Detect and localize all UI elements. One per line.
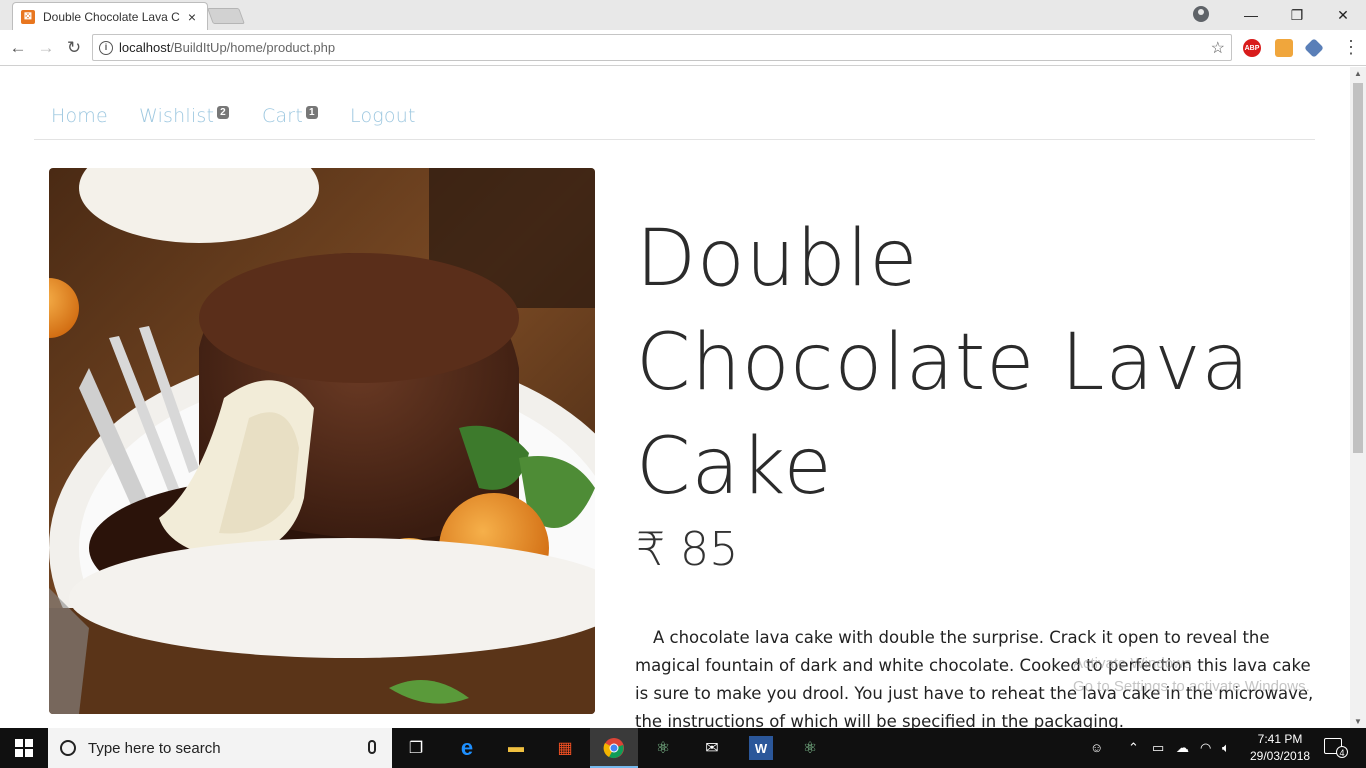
- tab-title: Double Chocolate Lava C: [43, 9, 180, 24]
- address-bar[interactable]: i localhost/BuildItUp/home/product.php ☆: [92, 34, 1232, 61]
- nav-home-link[interactable]: Home: [51, 105, 108, 127]
- info-icon[interactable]: i: [99, 40, 113, 55]
- browser-tab[interactable]: ⊠ Double Chocolate Lava C ×: [12, 2, 208, 30]
- product-title: Double Chocolate Lava Cake: [636, 214, 1251, 512]
- notification-count-badge: 4: [1336, 746, 1348, 758]
- scroll-up-arrow-icon[interactable]: ▲: [1354, 69, 1362, 78]
- xampp-favicon-icon: ⊠: [21, 9, 35, 24]
- nav-wishlist-link[interactable]: Wishlist 2: [139, 105, 229, 127]
- page-scrollbar[interactable]: ▲ ▼: [1350, 67, 1366, 728]
- windows-taskbar: Type here to search ❐ e ▬ ▦ ⚛ ✉ W ⚛ ☺ ⌃ …: [0, 728, 1366, 768]
- people-icon[interactable]: ☺: [1090, 740, 1103, 755]
- nav-home-label: Home: [51, 105, 108, 127]
- battery-icon[interactable]: ▭: [1152, 740, 1164, 756]
- nav-cart-label: Cart: [262, 105, 303, 127]
- extension-icon[interactable]: [1275, 39, 1293, 57]
- taskbar-search-box[interactable]: Type here to search: [48, 728, 392, 768]
- mail-icon[interactable]: ✉: [700, 736, 724, 760]
- microphone-icon[interactable]: [368, 740, 376, 754]
- file-explorer-icon[interactable]: ▬: [504, 736, 528, 760]
- atom-app-icon-2[interactable]: ⚛: [798, 736, 822, 760]
- browser-toolbar: ← → ↻ i localhost/BuildItUp/home/product…: [0, 30, 1366, 66]
- task-view-icon[interactable]: ❐: [404, 736, 428, 760]
- taskbar-search-placeholder: Type here to search: [88, 739, 221, 757]
- onedrive-cloud-icon[interactable]: ☁: [1176, 740, 1189, 756]
- taskbar-clock[interactable]: 7:41 PM 29/03/2018: [1250, 731, 1310, 765]
- wifi-icon[interactable]: ◠: [1200, 740, 1211, 756]
- wishlist-count-badge: 2: [217, 106, 229, 119]
- browser-tab-bar: ⊠ Double Chocolate Lava C × — ❐ ✕: [0, 0, 1366, 30]
- edge-browser-icon[interactable]: e: [455, 735, 479, 760]
- url-host: localhost: [119, 40, 171, 55]
- nav-logout-label: Logout: [350, 105, 416, 127]
- nav-cart-link[interactable]: Cart 1: [262, 105, 318, 127]
- scroll-thumb[interactable]: [1353, 83, 1363, 453]
- browser-menu-icon[interactable]: ⋮: [1342, 38, 1360, 56]
- cart-count-badge: 1: [305, 106, 318, 119]
- new-tab-button[interactable]: [207, 8, 245, 24]
- scroll-down-arrow-icon[interactable]: ▼: [1354, 717, 1362, 726]
- product-image: [49, 168, 595, 714]
- watermark-line1: Activate Windows: [1073, 655, 1192, 672]
- minimize-button[interactable]: —: [1228, 0, 1274, 30]
- start-button[interactable]: [0, 728, 48, 768]
- word-icon[interactable]: W: [749, 736, 773, 760]
- nav-logout-link[interactable]: Logout: [350, 105, 416, 127]
- site-navbar: Home Wishlist 2 Cart 1 Logout: [34, 67, 1315, 140]
- chrome-icon[interactable]: [602, 736, 626, 760]
- product-price: ₹ 85: [636, 522, 739, 576]
- bookmark-star-icon[interactable]: ☆: [1211, 38, 1225, 58]
- close-window-button[interactable]: ✕: [1320, 0, 1366, 30]
- window-controls: — ❐ ✕: [1228, 0, 1366, 30]
- show-hidden-icons-chevron-icon[interactable]: ⌃: [1128, 740, 1139, 756]
- cortana-icon: [60, 740, 76, 756]
- restore-button[interactable]: ❐: [1274, 0, 1320, 30]
- url-path: /BuildItUp/home/product.php: [170, 40, 336, 55]
- tab-close-icon[interactable]: ×: [185, 9, 199, 25]
- page-viewport: Home Wishlist 2 Cart 1 Logout Double Cho…: [0, 67, 1350, 728]
- windows-logo-icon: [15, 739, 33, 757]
- eyedropper-extension-icon[interactable]: [1304, 38, 1324, 58]
- clock-time: 7:41 PM: [1257, 732, 1303, 746]
- nav-wishlist-label: Wishlist: [139, 105, 215, 127]
- clock-date: 29/03/2018: [1250, 749, 1311, 763]
- watermark-line2: Go to Settings to activate Windows.: [1073, 678, 1310, 695]
- volume-icon[interactable]: 🔈︎: [1222, 740, 1230, 756]
- forward-arrow-icon[interactable]: →: [34, 36, 58, 60]
- activate-windows-watermark: Activate Windows Go to Settings to activ…: [1073, 652, 1310, 698]
- reload-icon[interactable]: ↻: [62, 36, 86, 60]
- adblock-extension-icon[interactable]: ABP: [1243, 39, 1261, 57]
- back-arrow-icon[interactable]: ←: [6, 36, 30, 60]
- atom-app-icon[interactable]: ⚛: [651, 736, 675, 760]
- profile-icon[interactable]: [1193, 6, 1209, 22]
- store-icon[interactable]: ▦: [553, 736, 577, 760]
